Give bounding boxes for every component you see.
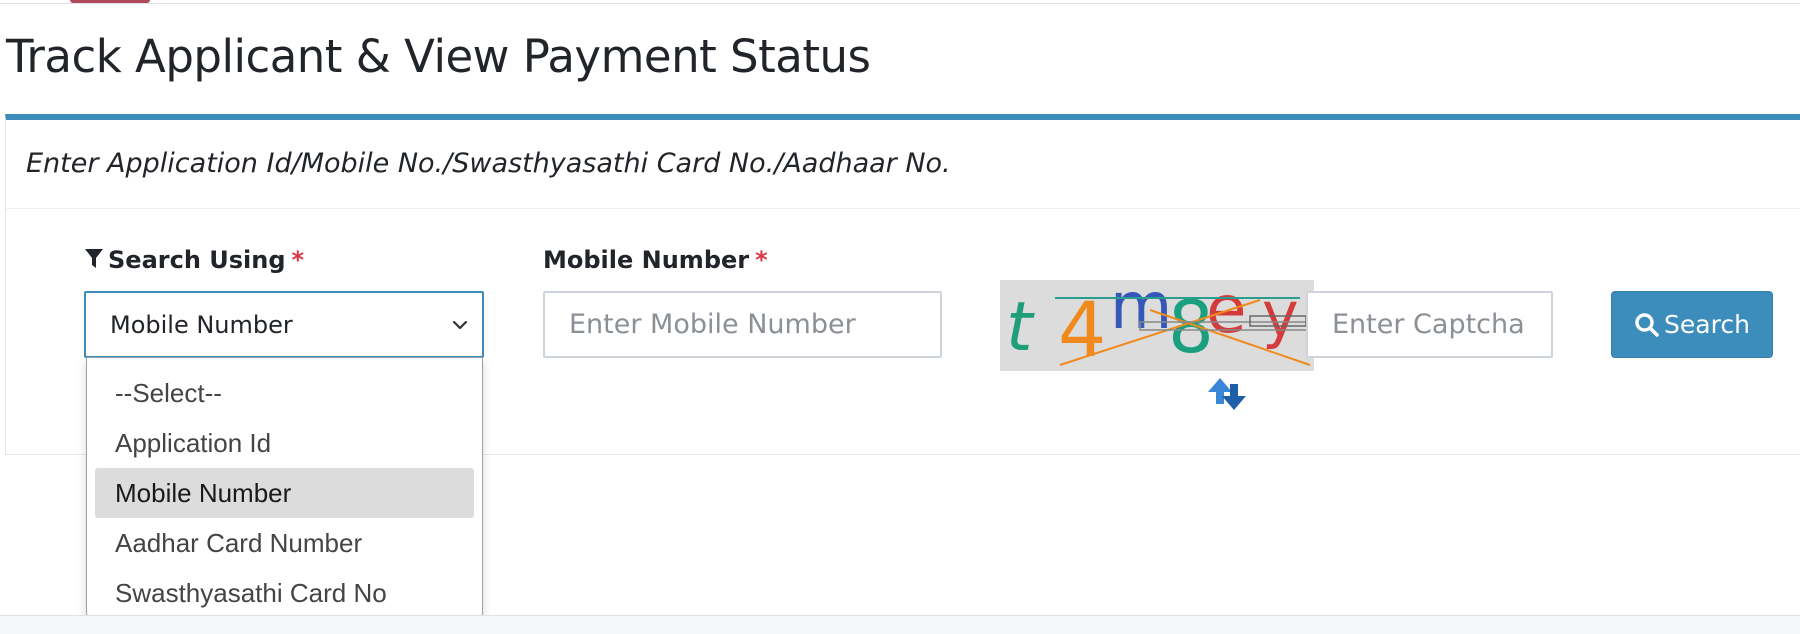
- search-using-select[interactable]: Mobile Number: [84, 291, 484, 358]
- mobile-number-input[interactable]: [543, 291, 942, 358]
- mobile-number-label-text: Mobile Number: [543, 246, 750, 274]
- card-subtitle: Enter Application Id/Mobile No./Swasthya…: [26, 148, 951, 179]
- search-button-label: Search: [1664, 310, 1750, 339]
- captcha-image-graphic: t 4 m 8 e y: [1006, 280, 1311, 371]
- search-using-selected-value: Mobile Number: [110, 311, 293, 339]
- mobile-number-label: Mobile Number *: [543, 246, 768, 274]
- dropdown-option-aadhar-card-number[interactable]: Aadhar Card Number: [95, 518, 474, 568]
- search-button[interactable]: Search: [1611, 291, 1773, 358]
- svg-text:t: t: [1006, 288, 1035, 367]
- search-using-dropdown: --Select-- Application Id Mobile Number …: [86, 357, 483, 624]
- filter-icon: [85, 249, 103, 268]
- page-title: Track Applicant & View Payment Status: [6, 30, 871, 83]
- captcha-input[interactable]: [1306, 291, 1553, 358]
- search-using-label: Search Using *: [84, 246, 304, 274]
- card-header: Enter Application Id/Mobile No./Swasthya…: [6, 120, 1800, 209]
- footer-divider: [0, 615, 1800, 634]
- search-icon: [1635, 312, 1659, 337]
- dropdown-option-application-id[interactable]: Application Id: [95, 418, 474, 468]
- dropdown-option-mobile-number[interactable]: Mobile Number: [95, 468, 474, 518]
- captcha-image: t 4 m 8 e y: [1000, 280, 1314, 371]
- dropdown-option-swasthyasathi-card-no[interactable]: Swasthyasathi Card No: [95, 568, 474, 618]
- svg-text:m: m: [1110, 280, 1172, 344]
- svg-text:e: e: [1206, 280, 1247, 348]
- dropdown-option-select[interactable]: --Select--: [95, 368, 474, 418]
- refresh-icon[interactable]: [1206, 374, 1248, 414]
- required-mark: *: [291, 246, 305, 274]
- chevron-down-icon: [452, 320, 468, 330]
- top-strip: [0, 0, 1800, 4]
- required-mark: *: [755, 246, 768, 274]
- logo-edge: [70, 0, 150, 3]
- search-using-label-text: Search Using: [108, 246, 286, 274]
